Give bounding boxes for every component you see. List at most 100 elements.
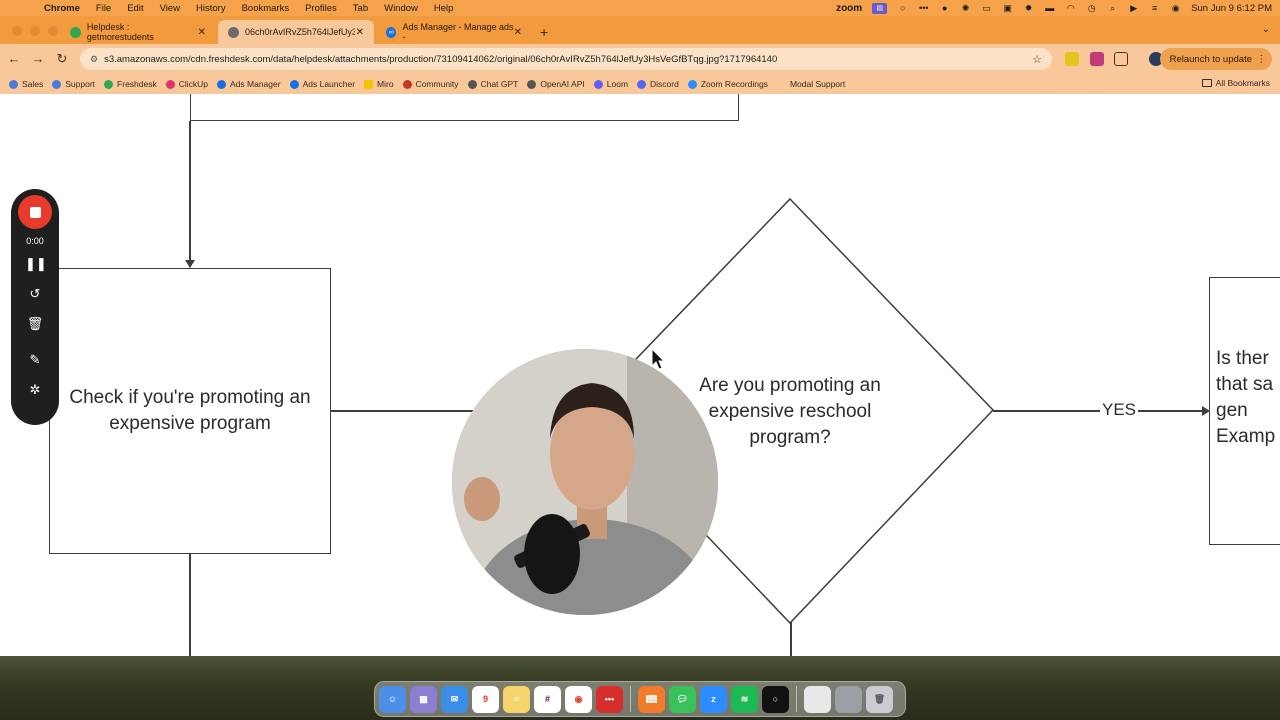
spotlight-search-icon[interactable]: ⌕ xyxy=(1107,3,1118,14)
gear-icon[interactable]: ✹ xyxy=(1023,3,1034,14)
tab-search-chevron-icon[interactable]: ⌄ xyxy=(1262,24,1270,35)
books-icon[interactable]: 📖︎ xyxy=(638,685,665,713)
menu-file[interactable]: File xyxy=(88,3,119,14)
screen-icon[interactable]: ▭ xyxy=(981,3,992,14)
chatgpt-app-icon[interactable]: ○ xyxy=(762,685,789,713)
miro-icon xyxy=(364,79,374,89)
bookmark-community[interactable]: Community xyxy=(402,79,459,89)
close-icon[interactable]: ✕ xyxy=(356,27,364,38)
reload-icon[interactable]: ↻ xyxy=(54,51,70,67)
display-icon[interactable]: ▣ xyxy=(1002,3,1013,14)
webcam-bubble[interactable] xyxy=(452,349,718,615)
restart-icon[interactable]: ↺ xyxy=(25,286,45,302)
wifi-icon[interactable]: ◠ xyxy=(1065,3,1076,14)
url-text: s3.amazonaws.com/cdn.freshdesk.com/data/… xyxy=(104,53,778,65)
play-icon[interactable]: ▶ xyxy=(1128,3,1139,14)
battery-icon[interactable]: ▬ xyxy=(1044,3,1055,14)
kebab-menu-icon[interactable]: ⋮ xyxy=(1257,54,1267,65)
zoom-app-icon[interactable]: z xyxy=(700,685,727,713)
bookmark-support[interactable]: Support xyxy=(52,79,95,89)
window-controls xyxy=(12,26,58,36)
freshdesk-icon xyxy=(70,26,81,38)
new-tab-button[interactable]: + xyxy=(540,24,548,40)
tab-image-attachment[interactable]: 06ch0rAvIRvZ5h764lJefUy3H ✕ xyxy=(218,20,374,44)
pause-icon[interactable]: ❚❚ xyxy=(25,256,47,272)
menu-window[interactable]: Window xyxy=(376,3,426,14)
calendar-icon[interactable]: 9 xyxy=(472,685,499,713)
bookmark-ads-manager[interactable]: Ads Manager xyxy=(217,79,281,89)
zoom-status-label[interactable]: zoom xyxy=(836,3,862,14)
zoom-share-icon[interactable]: ▤ xyxy=(872,2,888,14)
stop-recording-button[interactable] xyxy=(18,195,52,229)
launchpad-icon[interactable]: ▦ xyxy=(410,685,437,713)
loom-icon[interactable]: ✺ xyxy=(960,3,971,14)
bookmark-freshdesk[interactable]: Freshdesk xyxy=(104,79,157,89)
spotify-icon[interactable]: ≋ xyxy=(731,685,758,713)
extension-yellow-icon[interactable] xyxy=(1065,52,1079,66)
mail-icon[interactable]: ✉ xyxy=(441,685,468,713)
downloads-stack-icon[interactable] xyxy=(804,685,831,713)
bookmark-chat-gpt[interactable]: Chat GPT xyxy=(467,79,518,89)
bookmark-discord[interactable]: Discord xyxy=(637,79,679,89)
notes-icon[interactable]: ≡ xyxy=(503,685,530,713)
more-dots-app-icon[interactable]: ••• xyxy=(596,685,623,713)
presenter-video-icon xyxy=(452,349,718,615)
github-icon[interactable]: ● xyxy=(939,3,950,14)
finder-icon[interactable]: ☺ xyxy=(379,685,406,713)
back-arrow-icon[interactable]: ← xyxy=(6,51,22,66)
flowchart-connector xyxy=(189,554,191,656)
close-window-button[interactable] xyxy=(12,26,22,36)
menu-profiles[interactable]: Profiles xyxy=(297,3,345,14)
tab-helpdesk[interactable]: Helpdesk : getmorestudents ✕ xyxy=(60,20,216,44)
close-icon[interactable]: ✕ xyxy=(514,27,522,38)
tab-ads-manager[interactable]: ∞ Ads Manager - Manage ads - ✕ xyxy=(376,20,532,44)
control-center-icon[interactable]: ≡ xyxy=(1149,3,1160,14)
bookmark-modal-support[interactable]: Modal Support xyxy=(790,79,845,89)
time-machine-icon[interactable]: ◷ xyxy=(1086,3,1097,14)
screen-recorder-toolbar: 0:00 ❚❚ ↺ 🗑︎ ✎ ✲ xyxy=(11,189,59,425)
launcher-icon xyxy=(289,79,299,89)
pencil-draw-icon[interactable]: ✎ xyxy=(25,352,45,368)
flowchart-connector xyxy=(189,121,191,267)
bookmark-sales[interactable]: Sales xyxy=(9,79,43,89)
openai-icon xyxy=(527,79,537,89)
messages-icon[interactable]: 💬︎ xyxy=(669,685,696,713)
more-dots-icon[interactable]: ••• xyxy=(918,3,929,14)
site-info-icon[interactable]: ⚙ xyxy=(90,54,98,65)
bookmark-zoom-recordings[interactable]: Zoom Recordings xyxy=(687,79,768,89)
menu-tab[interactable]: Tab xyxy=(345,3,376,14)
slack-icon[interactable]: # xyxy=(534,685,561,713)
screenshots-stack-icon[interactable] xyxy=(835,685,862,713)
trash-bin-icon[interactable]: 🗑︎ xyxy=(866,685,893,713)
minimize-window-button[interactable] xyxy=(30,26,40,36)
extension-red-icon[interactable] xyxy=(1090,52,1104,66)
menubar-clock[interactable]: Sun Jun 9 6:12 PM xyxy=(1191,3,1272,14)
bookmark-miro[interactable]: Miro xyxy=(364,79,394,89)
bookmark-loom[interactable]: Loom xyxy=(593,79,628,89)
menu-bookmarks[interactable]: Bookmarks xyxy=(234,3,298,14)
chrome-icon[interactable]: ◉ xyxy=(565,685,592,713)
bookmark-openai-api[interactable]: OpenAI API xyxy=(527,79,585,89)
close-icon[interactable]: ✕ xyxy=(198,27,206,38)
extensions-puzzle-icon[interactable] xyxy=(1114,52,1128,66)
effects-sparkle-icon[interactable]: ✲ xyxy=(25,382,45,398)
menu-edit[interactable]: Edit xyxy=(119,3,151,14)
circle-icon[interactable]: ○ xyxy=(897,3,908,14)
bookmark-clickup[interactable]: ClickUp xyxy=(165,79,208,89)
trash-icon[interactable]: 🗑︎ xyxy=(25,316,45,332)
forward-arrow-icon[interactable]: → xyxy=(30,51,46,66)
menu-help[interactable]: Help xyxy=(426,3,462,14)
bookmark-ads-launcher[interactable]: Ads Launcher xyxy=(289,79,355,89)
address-bar[interactable]: ⚙ s3.amazonaws.com/cdn.freshdesk.com/dat… xyxy=(80,48,1052,70)
menu-app-name[interactable]: Chrome xyxy=(36,3,88,14)
flowchart-top-box xyxy=(190,94,739,121)
menu-history[interactable]: History xyxy=(188,3,234,14)
siri-icon[interactable]: ◉ xyxy=(1170,3,1181,14)
bookmark-star-icon[interactable]: ☆ xyxy=(1032,53,1042,66)
mouse-cursor-icon xyxy=(651,348,665,370)
maximize-window-button[interactable] xyxy=(48,26,58,36)
menu-view[interactable]: View xyxy=(152,3,188,14)
relaunch-to-update-button[interactable]: Relaunch to update ⋮ xyxy=(1159,48,1272,70)
globe-icon xyxy=(228,26,239,38)
all-bookmarks-button[interactable]: All Bookmarks xyxy=(1201,78,1270,88)
